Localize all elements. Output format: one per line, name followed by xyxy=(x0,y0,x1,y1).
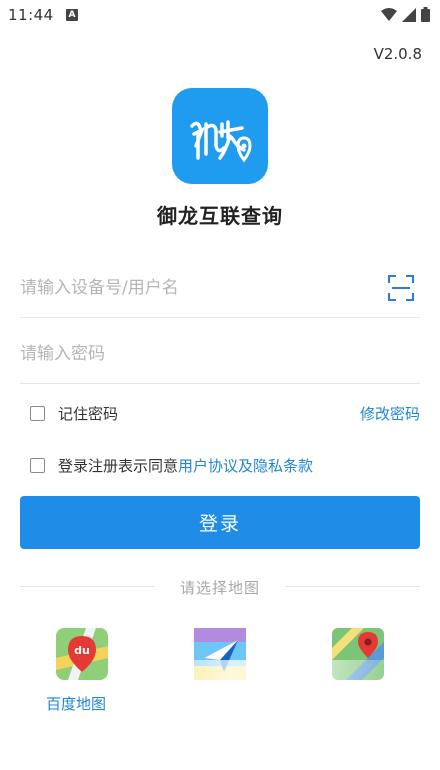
baidu-map-icon: du xyxy=(56,628,108,680)
agreement-link[interactable]: 用户协议及隐私条款 xyxy=(178,455,313,476)
password-input[interactable] xyxy=(20,324,370,384)
password-field-container xyxy=(20,324,420,384)
google-map-option[interactable] xyxy=(332,628,384,680)
gaode-map-icon xyxy=(194,628,246,680)
map-select-title: 请选择地图 xyxy=(179,579,260,597)
app-logo-icon xyxy=(190,120,252,163)
status-icons xyxy=(381,7,430,22)
app-logo xyxy=(172,88,268,184)
baidu-map-option[interactable]: du xyxy=(56,628,108,680)
username-field-container xyxy=(20,258,420,318)
app-name: 御龙互联查询 xyxy=(157,204,283,228)
google-map-icon xyxy=(332,628,384,680)
version-label: V2.0.8 xyxy=(373,45,422,63)
status-time: 11:44 xyxy=(8,6,54,24)
login-button[interactable]: 登录 xyxy=(20,496,420,549)
wifi-icon xyxy=(381,7,397,21)
status-bar: 11:44 A xyxy=(0,0,440,30)
agreement-checkbox[interactable] xyxy=(30,458,45,473)
username-input[interactable] xyxy=(20,258,370,318)
notification-a-icon: A xyxy=(66,9,78,21)
remember-password-label: 记住密码 xyxy=(58,405,119,423)
agreement-row[interactable]: 登录注册表示同意 用户协议及隐私条款 xyxy=(30,455,313,476)
divider-right xyxy=(285,586,420,587)
modify-password-link[interactable]: 修改密码 xyxy=(360,403,420,424)
signal-icon xyxy=(402,7,416,22)
battery-icon xyxy=(421,7,430,22)
scan-icon[interactable] xyxy=(388,275,414,301)
gaode-map-option[interactable] xyxy=(194,628,246,680)
agreement-prefix: 登录注册表示同意 xyxy=(58,457,179,475)
baidu-map-label[interactable]: 百度地图 xyxy=(46,693,106,714)
svg-text:du: du xyxy=(74,644,90,657)
remember-password-row[interactable]: 记住密码 xyxy=(30,403,118,424)
remember-password-checkbox[interactable] xyxy=(30,406,45,421)
